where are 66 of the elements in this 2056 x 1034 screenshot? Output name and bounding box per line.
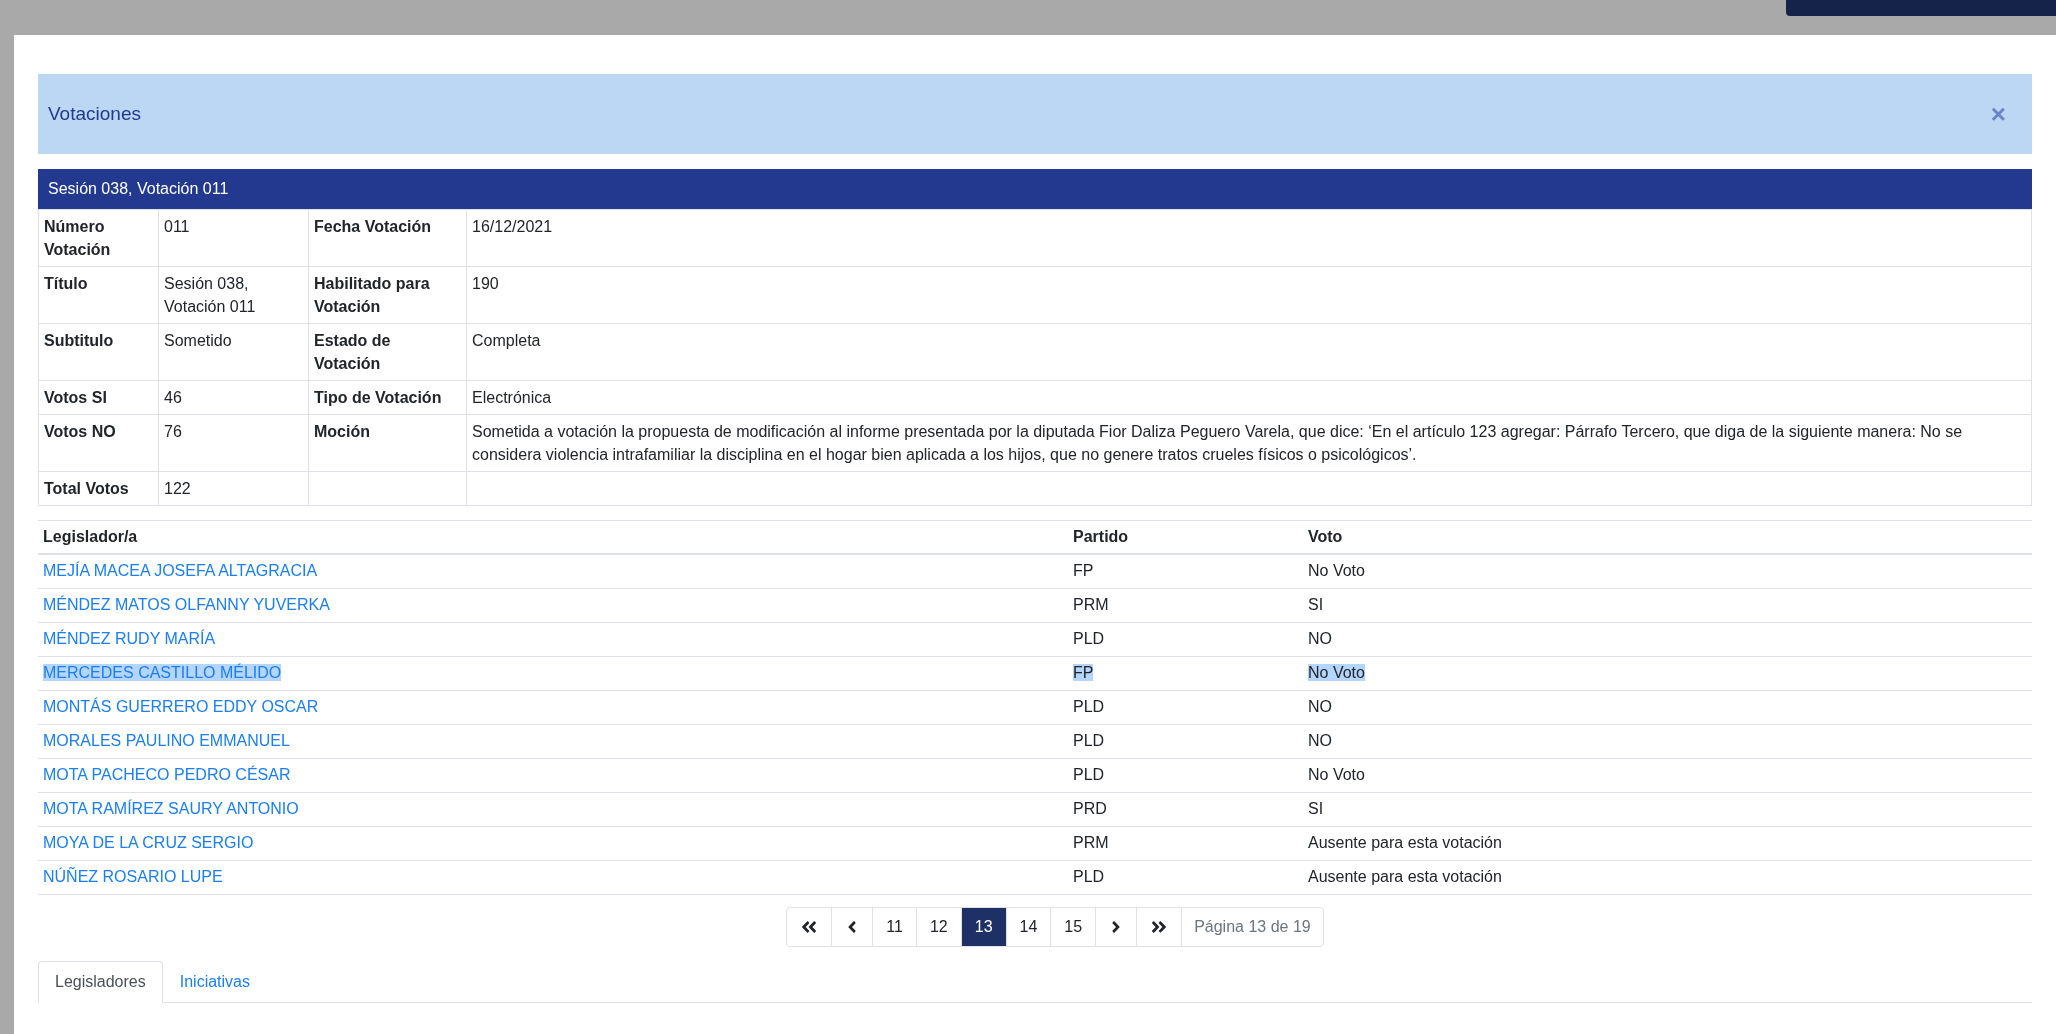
field-label: Habilitado para Votación bbox=[314, 275, 430, 315]
column-header: Legislador/a bbox=[43, 528, 138, 545]
legislator-link[interactable]: MERCEDES CASTILLO MÉLIDO bbox=[43, 664, 282, 681]
field-label: Total Votos bbox=[44, 480, 129, 497]
party-text: PLD bbox=[1073, 868, 1105, 885]
party-text: PLD bbox=[1073, 766, 1105, 783]
page-button[interactable]: 14 bbox=[1006, 907, 1052, 946]
vote-text: NO bbox=[1308, 732, 1332, 749]
vote-text: No Voto bbox=[1308, 562, 1365, 580]
vote-text: SI bbox=[1308, 596, 1324, 613]
field-value: 16/12/2021 bbox=[472, 218, 553, 235]
page-button[interactable]: 12 bbox=[916, 907, 962, 946]
page-button[interactable]: 11 bbox=[873, 907, 917, 946]
legislator-link[interactable]: MÉNDEZ RUDY MARÍA bbox=[43, 630, 216, 647]
field-value: Electrónica bbox=[472, 389, 552, 406]
field-label: Moción bbox=[314, 423, 370, 440]
party-text: FP bbox=[1073, 562, 1094, 580]
party-text: PRM bbox=[1073, 596, 1109, 613]
vote-text: SI bbox=[1308, 800, 1324, 817]
legislator-link[interactable]: MÉNDEZ MATOS OLFANNY YUVERKA bbox=[43, 596, 330, 613]
field-value: Sesión 038, Votación 011 bbox=[164, 275, 256, 315]
vote-text: No Voto bbox=[1308, 766, 1365, 783]
page-button[interactable]: 15 bbox=[1051, 907, 1097, 946]
legislator-link[interactable]: MOYA DE LA CRUZ SERGIO bbox=[43, 834, 254, 851]
party-text: PLD bbox=[1073, 698, 1105, 715]
vote-text: Ausente para esta votación bbox=[1308, 834, 1502, 851]
legislator-link[interactable]: MORALES PAULINO EMMANUEL bbox=[43, 732, 290, 749]
session-heading: Sesión 038, Votación 011 bbox=[38, 169, 2032, 209]
party-text: FP bbox=[1073, 664, 1094, 681]
party-text: PLD bbox=[1073, 732, 1105, 749]
page-info: Página 13 de 19 bbox=[1193, 916, 1312, 937]
legislator-link[interactable]: NÚÑEZ ROSARIO LUPE bbox=[43, 868, 223, 885]
legislator-link[interactable]: MONTÁS GUERRERO EDDY OSCAR bbox=[43, 698, 319, 715]
party-text: PLD bbox=[1073, 630, 1105, 647]
legislator-link[interactable]: MEJÍA MACEA JOSEFA ALTAGRACIA bbox=[43, 562, 318, 580]
page-button[interactable]: 13 bbox=[961, 907, 1007, 946]
field-value: 190 bbox=[472, 275, 499, 292]
vote-text: NO bbox=[1308, 630, 1332, 647]
tab[interactable]: Legisladores bbox=[38, 960, 163, 1003]
vote-text: NO bbox=[1308, 698, 1332, 715]
field-value: 011 bbox=[164, 218, 190, 235]
field-label: Votos NO bbox=[44, 423, 116, 440]
party-text: PRM bbox=[1073, 834, 1109, 851]
field-label: Subtitulo bbox=[44, 332, 114, 349]
field-value: Sometida a votación la propuesta de modificación al informe presentada por la diputada Fior Daliza Peguero Varela, que dice: ‘En el artículo 123 agregar: Párrafo Tercero, que diga de la siguiente manera: No se considera violencia intrafamiliar la disciplina en el hogar bien aplicada a los hijos, que no genere tratos crueles físicos o psicológicos’. bbox=[472, 423, 1963, 463]
field-value: 76 bbox=[164, 423, 182, 440]
field-label: Votos SI bbox=[44, 389, 107, 406]
vote-text: No Voto bbox=[1308, 664, 1365, 681]
vote-text: Ausente para esta votación bbox=[1308, 868, 1502, 885]
legislator-link[interactable]: MOTA RAMÍREZ SAURY ANTONIO bbox=[43, 800, 299, 817]
field-label: Fecha Votación bbox=[314, 218, 432, 235]
field-value: 46 bbox=[164, 389, 182, 406]
field-label: Título bbox=[44, 275, 88, 292]
field-value: 122 bbox=[164, 480, 191, 497]
field-label: Estado de Votación bbox=[314, 332, 391, 372]
column-header: Voto bbox=[1308, 528, 1343, 545]
field-label: Tipo de Votación bbox=[314, 389, 442, 406]
field-label: Número Votación bbox=[44, 218, 111, 258]
field-value: Completa bbox=[472, 332, 541, 349]
column-header: Partido bbox=[1073, 528, 1129, 545]
tab[interactable]: Iniciativas bbox=[162, 960, 267, 1003]
legislator-link[interactable]: MOTA PACHECO PEDRO CÉSAR bbox=[43, 766, 291, 783]
party-text: PRD bbox=[1073, 800, 1107, 817]
field-value: Sometido bbox=[164, 332, 232, 349]
modal-title: Votaciones bbox=[48, 101, 141, 126]
close-button[interactable]: × bbox=[1990, 94, 2006, 134]
